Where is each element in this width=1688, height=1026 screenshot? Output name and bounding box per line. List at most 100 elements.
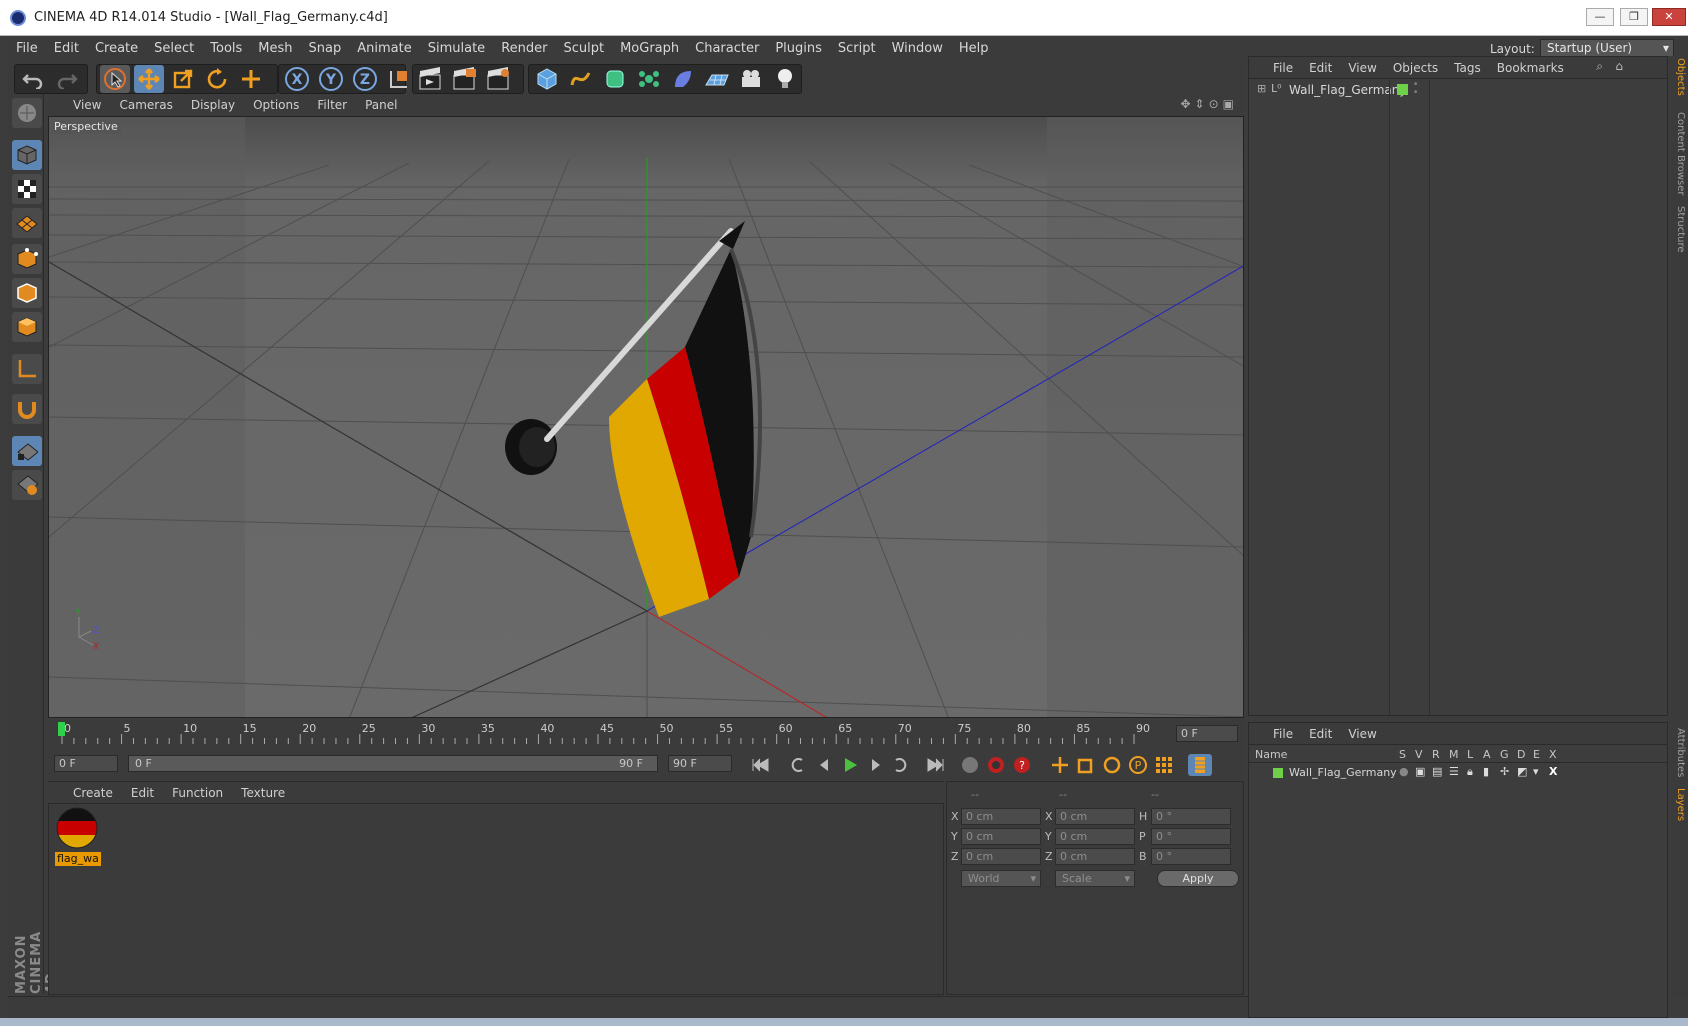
axis-mode-icon[interactable] [12, 354, 42, 384]
layer-render-icon[interactable]: ▤ [1432, 765, 1442, 778]
deformer-icon[interactable] [668, 65, 698, 93]
cube-icon[interactable] [532, 65, 562, 93]
snap-grid-icon[interactable] [12, 436, 42, 466]
live-selection-icon[interactable] [100, 65, 130, 93]
rotation-b-field[interactable]: 0 ° [1151, 848, 1231, 865]
object-menu-bookmarks[interactable]: Bookmarks [1489, 57, 1572, 79]
home-icon[interactable]: ⌂ [1615, 59, 1623, 73]
menu-plugins[interactable]: Plugins [767, 36, 830, 62]
size-mode-select[interactable]: Scale ▾ [1055, 870, 1135, 887]
tab-structure[interactable]: Structure [1670, 206, 1686, 253]
create-object-icon[interactable] [236, 65, 266, 93]
material-menu-texture[interactable]: Texture [232, 782, 294, 804]
menu-file[interactable]: File [8, 36, 46, 62]
menu-render[interactable]: Render [493, 36, 555, 62]
start-frame-field[interactable]: 0 F [54, 755, 118, 772]
layer-lock-icon[interactable]: 🔒︎ [1467, 765, 1473, 779]
object-menu-view[interactable]: View [1340, 57, 1384, 79]
end-frame-field[interactable]: 90 F [668, 755, 732, 772]
material-menu-create[interactable]: Create [64, 782, 122, 804]
record-parameter-icon[interactable]: P [1126, 754, 1150, 776]
nurbs-icon[interactable] [600, 65, 630, 93]
layer-generators-icon[interactable]: ✢ [1500, 765, 1509, 778]
autokey-icon[interactable] [984, 754, 1008, 776]
magnet-icon[interactable] [12, 394, 42, 424]
next-key-icon[interactable] [890, 754, 914, 776]
floor-icon[interactable] [702, 65, 732, 93]
menu-script[interactable]: Script [830, 36, 884, 62]
maximize-button[interactable]: ❐ [1620, 8, 1648, 26]
expand-icon[interactable]: ⊞ [1257, 82, 1266, 95]
spline-icon[interactable] [566, 65, 596, 93]
workplane-mode-icon[interactable] [12, 208, 42, 238]
z-axis-icon[interactable]: Z [350, 65, 380, 93]
layer-solo-icon[interactable]: ● [1399, 765, 1409, 778]
tab-layers[interactable]: Layers [1670, 788, 1686, 821]
viewport-menu-options[interactable]: Options [244, 94, 308, 116]
layer-xref-icon[interactable]: X [1549, 765, 1557, 778]
object-menu-tags[interactable]: Tags [1446, 57, 1489, 79]
undo-icon[interactable] [18, 65, 48, 93]
edges-mode-icon[interactable] [12, 278, 42, 308]
next-frame-icon[interactable] [864, 754, 888, 776]
texture-mode-icon[interactable] [12, 174, 42, 204]
menu-window[interactable]: Window [884, 36, 951, 62]
record-scale-icon[interactable] [1074, 754, 1098, 776]
play-icon[interactable] [838, 754, 862, 776]
menu-mesh[interactable]: Mesh [250, 36, 300, 62]
menu-create[interactable]: Create [87, 36, 146, 62]
layer-row[interactable]: Wall_Flag_Germany ● ▣ ▤ ☰ 🔒︎ ▮ ✢ ◩ ▾ X [1249, 765, 1667, 781]
position-x-field[interactable]: 0 cm [961, 808, 1041, 825]
rotation-h-field[interactable]: 0 ° [1151, 808, 1231, 825]
rotation-p-field[interactable]: 0 ° [1151, 828, 1231, 845]
apply-button[interactable]: Apply [1157, 870, 1239, 887]
coordinate-system-icon[interactable] [384, 65, 414, 93]
object-menu-file[interactable]: File [1265, 57, 1301, 79]
render-settings-icon[interactable] [484, 65, 514, 93]
record-position-icon[interactable] [1048, 754, 1072, 776]
points-mode-icon[interactable] [12, 244, 42, 274]
size-x-field[interactable]: 0 cm [1055, 808, 1135, 825]
locked-workplane-icon[interactable] [12, 470, 42, 500]
material-menu-function[interactable]: Function [163, 782, 232, 804]
menu-select[interactable]: Select [146, 36, 202, 62]
perspective-viewport[interactable]: Y Z X Perspective [48, 116, 1244, 718]
layer-color-swatch[interactable] [1273, 768, 1283, 778]
object-menu-objects[interactable]: Objects [1385, 57, 1446, 79]
tab-objects[interactable]: Objects [1670, 58, 1686, 96]
viewport-menu-panel[interactable]: Panel [356, 94, 406, 116]
previous-key-icon[interactable] [784, 754, 808, 776]
layer-menu-view[interactable]: View [1340, 723, 1384, 745]
menu-help[interactable]: Help [951, 36, 997, 62]
light-icon[interactable] [770, 65, 800, 93]
tab-attributes[interactable]: Attributes [1670, 728, 1686, 777]
size-y-field[interactable]: 0 cm [1055, 828, 1135, 845]
position-y-field[interactable]: 0 cm [961, 828, 1041, 845]
size-z-field[interactable]: 0 cm [1055, 848, 1135, 865]
layer-name[interactable]: Wall_Flag_Germany [1289, 766, 1397, 779]
material-name[interactable]: flag_wa [55, 852, 101, 866]
layer-menu-edit[interactable]: Edit [1301, 723, 1340, 745]
redo-icon[interactable] [52, 65, 82, 93]
playhead[interactable] [58, 722, 65, 736]
tab-content-browser[interactable]: Content Browser [1670, 112, 1686, 195]
object-row[interactable]: ⊞ L⁰ Wall_Flag_Germany • • [1253, 81, 1663, 99]
close-button[interactable]: ✕ [1652, 8, 1686, 26]
viewport-navigation-icons[interactable]: ✥⇕⊙▣ [1180, 97, 1238, 111]
viewport-menu-view[interactable]: View [64, 94, 110, 116]
record-rotation-icon[interactable] [1100, 754, 1124, 776]
record-active-icon[interactable] [958, 754, 982, 776]
menu-sculpt[interactable]: Sculpt [555, 36, 612, 62]
menu-snap[interactable]: Snap [301, 36, 350, 62]
camera-icon[interactable] [736, 65, 766, 93]
x-axis-icon[interactable]: X [282, 65, 312, 93]
viewport-menu-cameras[interactable]: Cameras [110, 94, 181, 116]
timeline-ruler[interactable]: 0 5 10 15 20 25 30 35 40 45 50 55 60 65 70 75 80 85 90 0 F [48, 720, 1244, 748]
coordinate-mode-select[interactable]: World ▾ [961, 870, 1041, 887]
menu-character[interactable]: Character [687, 36, 767, 62]
object-menu-edit[interactable]: Edit [1301, 57, 1340, 79]
rotate-icon[interactable] [202, 65, 232, 93]
render-view-icon[interactable] [416, 65, 446, 93]
move-icon[interactable] [134, 65, 164, 93]
material-swatch[interactable]: flag_wa [55, 806, 101, 866]
